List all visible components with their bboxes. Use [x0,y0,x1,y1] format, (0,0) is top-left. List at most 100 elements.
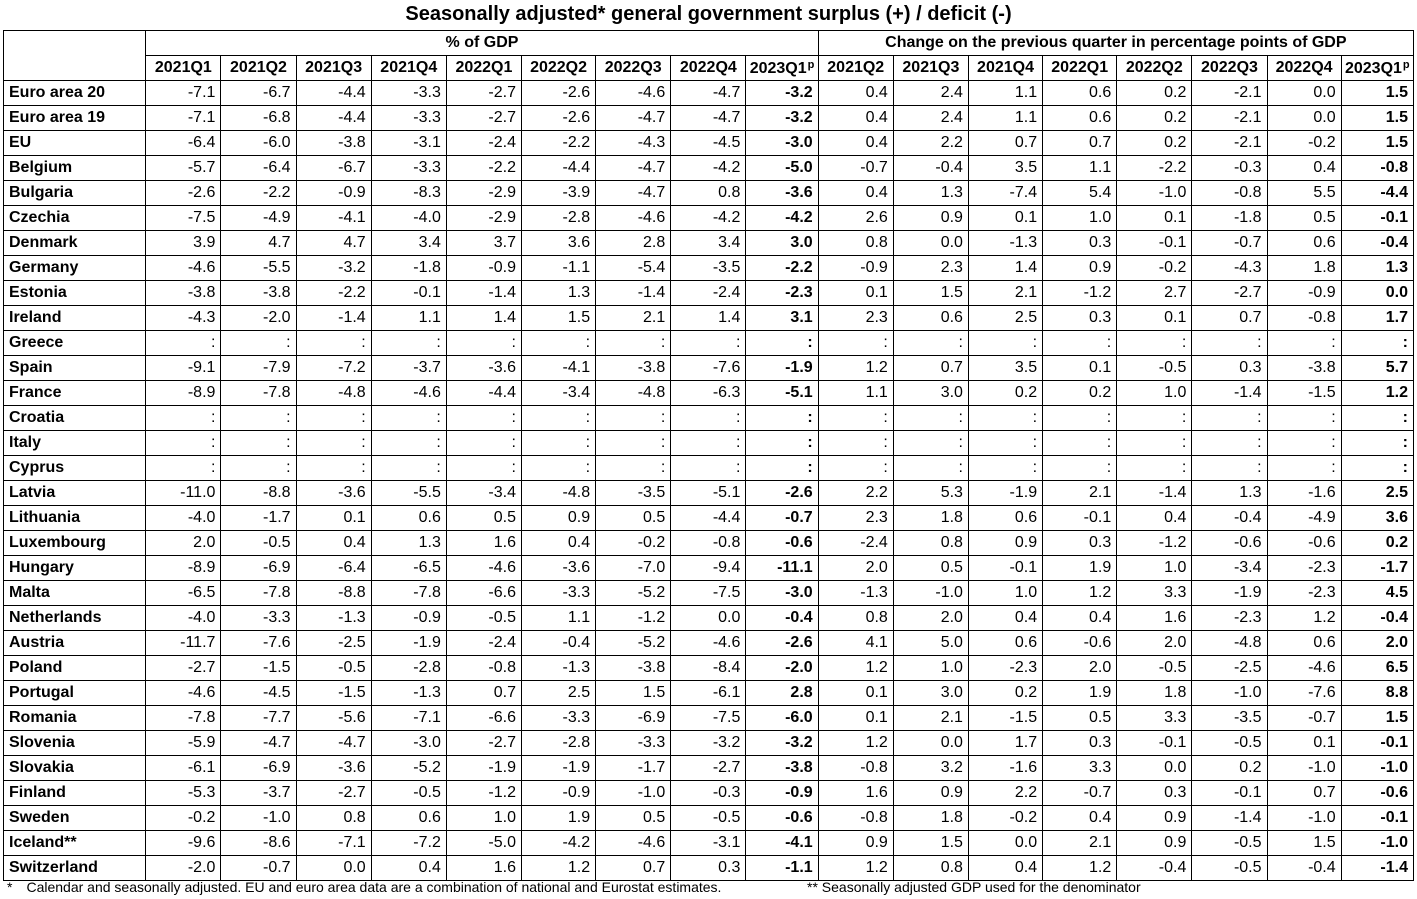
change-cell: -0.2 [967,805,1044,831]
pct-gdp-cell: 1.6 [445,855,522,881]
country-name: Denmark [2,230,147,256]
footnote-1-text: Calendar and seasonally adjusted. EU and… [26,879,722,895]
table-row: Croatia::::::::::::::::: [2,405,1415,431]
pct-gdp-cell: -7.8 [220,380,297,406]
pct-gdp-cell: : [745,455,819,481]
country-name: EU [2,130,147,156]
pct-gdp-cell: -5.3 [145,780,222,806]
change-cell: : [1116,455,1193,481]
change-cell: -0.4 [1191,505,1268,531]
change-cell: 2.4 [892,105,969,131]
change-cell: -1.6 [967,755,1044,781]
pct-gdp-cell: -2.6 [520,105,597,131]
change-cell: 5.7 [1340,355,1415,381]
change-cell: 1.0 [1116,555,1193,581]
change-cell: 0.4 [817,130,894,156]
change-cell: 0.1 [817,705,894,731]
change-cell: 2.0 [1340,630,1415,656]
pct-gdp-cell: -5.0 [745,155,819,181]
pct-gdp-cell: -2.7 [145,655,222,681]
change-cell: 0.6 [892,305,969,331]
change-cell: 0.8 [892,855,969,881]
change-cell: 3.3 [1116,705,1193,731]
change-cell: -1.6 [1266,480,1342,506]
pct-gdp-cell: 3.4 [370,230,447,256]
country-name: Germany [2,255,147,281]
pct-gdp-cell: -9.1 [145,355,222,381]
change-cell: -0.5 [1191,730,1268,756]
pct-gdp-cell: -2.2 [220,180,297,206]
change-cell: : [1042,330,1118,356]
pct-gdp-cell: -11.0 [145,480,222,506]
change-cell: -0.7 [1266,705,1342,731]
pct-gdp-cell: -3.8 [745,755,819,781]
pct-gdp-cell: -2.8 [520,730,597,756]
pct-gdp-cell: -1.3 [520,655,597,681]
pct-gdp-cell: : [370,455,447,481]
pct-gdp-cell: -6.5 [370,555,447,581]
table-row: Malta -6.5 -7.8 -8.8 -7.8 -6.6 -3.3 -5.2 -7.5 -3.… [2,580,1415,606]
pct-gdp-cell: -4.2 [670,155,747,181]
pct-gdp-cell: -8.3 [370,180,447,206]
pct-gdp-cell: -2.8 [370,655,447,681]
pct-gdp-cell: -2.6 [745,480,819,506]
quarter-label: 2021Q4 [977,59,1034,76]
pct-gdp-cell: 1.1 [370,305,447,331]
pct-gdp-cell: -3.6 [520,555,597,581]
change-cell: 0.4 [1042,805,1118,831]
quarter-label: 2021Q3 [902,59,960,76]
change-cell: 0.1 [1266,730,1342,756]
pct-gdp-cell: 1.3 [520,280,597,306]
pct-gdp-cell: -7.1 [370,705,447,731]
pct-gdp-cell: 3.7 [445,230,522,256]
pct-gdp-cell: -3.1 [670,830,747,856]
table-title: Seasonally adjusted* general government … [405,3,1012,25]
change-cell: -0.1 [1191,780,1268,806]
table-row: Italy::::::::::::::::: [2,430,1415,456]
change-cell: -0.7 [1042,780,1118,806]
pct-gdp-cell: -6.7 [295,155,372,181]
pct-gdp-cell: -2.5 [295,630,372,656]
pct-gdp-cell: 0.5 [445,505,522,531]
change-quarter-header: 2022Q1 [1042,55,1118,81]
pct-gdp-cell: -1.7 [220,505,297,531]
pct-gdp-cell: -8.6 [220,830,297,856]
change-cell: 0.3 [1042,305,1118,331]
country-name: Switzerland [2,855,147,881]
change-cell: -0.8 [1266,305,1342,331]
pct-gdp-cell: : [595,455,672,481]
pct-gdp-cell: 1.3 [370,530,447,556]
change-cell: 1.3 [1191,480,1268,506]
pct-gdp-cell: -2.6 [745,630,819,656]
change-cell: 3.6 [1340,505,1415,531]
pct-quarter-header: 2023Q1p [745,55,819,81]
pct-gdp-cell: -7.0 [595,555,672,581]
pct-gdp-cell: 0.9 [520,505,597,531]
change-cell: 1.5 [1266,830,1342,856]
quarter-label: 2022Q4 [1275,59,1333,76]
pct-gdp-cell: -0.1 [370,280,447,306]
change-cell: 0.1 [817,280,894,306]
change-cell: 0.9 [1116,805,1193,831]
pct-gdp-cell: 1.6 [445,530,522,556]
change-cell: : [1042,430,1118,456]
footnote-1-mark: * [7,879,13,895]
change-cell: -0.4 [1340,230,1415,256]
change-cell: 1.7 [967,730,1044,756]
pct-gdp-cell: -1.1 [520,255,597,281]
change-cell: -2.1 [1191,80,1268,106]
pct-gdp-cell: -0.9 [745,780,819,806]
pct-gdp-header: % of GDP [145,30,819,56]
pct-gdp-cell: -4.6 [595,205,672,231]
change-cell: 1.1 [967,80,1044,106]
change-cell: -0.5 [1191,855,1268,881]
change-cell: 0.8 [892,530,969,556]
country-name: Portugal [2,680,147,706]
pct-gdp-cell: : [295,430,372,456]
pct-gdp-cell: -7.1 [145,80,222,106]
pct-gdp-cell: -3.3 [220,605,297,631]
pct-gdp-cell: : [295,330,372,356]
change-cell: : [817,405,894,431]
change-cell: 5.5 [1266,180,1342,206]
pct-gdp-cell: -0.9 [445,255,522,281]
